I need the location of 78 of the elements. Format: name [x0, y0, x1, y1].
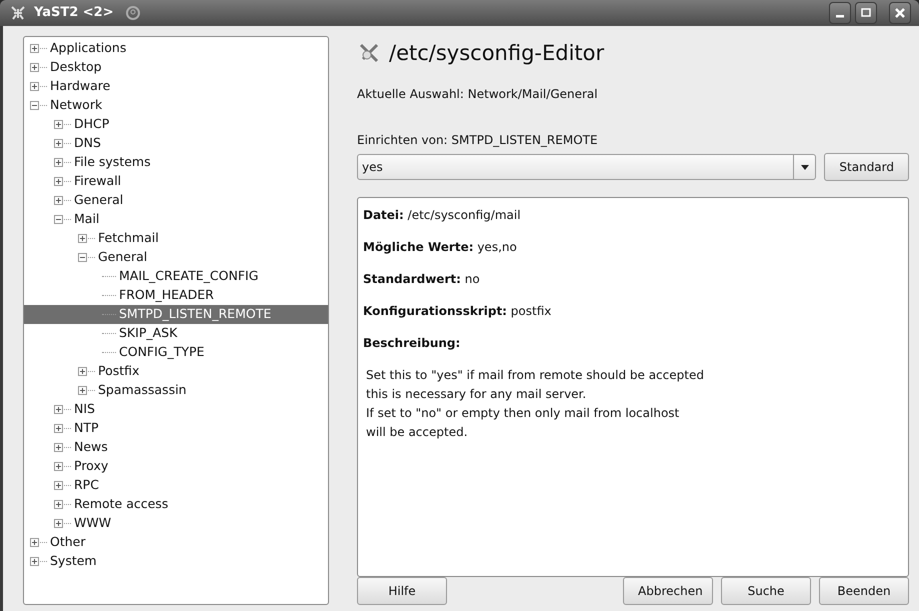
collapse-icon[interactable]: [54, 214, 63, 224]
tree-item[interactable]: Mail: [24, 210, 328, 228]
description-line: Set this to "yes" if mail from remote should be accepted: [366, 367, 705, 384]
tree-item[interactable]: RPC: [24, 476, 328, 494]
tree-item[interactable]: Proxy: [24, 456, 328, 476]
tree-item[interactable]: NTP: [24, 418, 328, 438]
tree-item[interactable]: Applications: [24, 38, 328, 58]
description-line: this is necessary for any mail server.: [366, 386, 588, 403]
tree-item[interactable]: Firewall: [24, 172, 328, 190]
dialog-button[interactable]: Suche: [721, 577, 811, 605]
page-heading: /etc/sysconfig-Editor: [389, 40, 604, 66]
tree-item[interactable]: Spamassassin: [24, 380, 328, 400]
tree-item[interactable]: NIS: [24, 400, 328, 418]
expand-icon[interactable]: [78, 366, 87, 376]
expand-icon[interactable]: [54, 120, 63, 128]
expand-icon[interactable]: [30, 82, 39, 90]
tree-item[interactable]: DNS: [24, 134, 328, 152]
setting-label: Einrichten von: SMTPD_LISTEN_REMOTE: [357, 132, 599, 149]
close-button[interactable]: [889, 2, 911, 24]
tree-item[interactable]: SKIP_ASK: [24, 324, 328, 342]
tree-item[interactable]: General: [24, 248, 328, 266]
description-line: will be accepted.: [366, 424, 469, 441]
expand-icon[interactable]: [30, 556, 39, 566]
dialog-button[interactable]: Abbrechen: [623, 577, 713, 605]
tree-item[interactable]: Fetchmail: [24, 228, 328, 248]
collapse-icon[interactable]: [30, 100, 39, 110]
tree-item[interactable]: General: [24, 190, 328, 210]
expand-icon[interactable]: [54, 518, 63, 528]
value-dropdown[interactable]: yes: [357, 154, 816, 180]
dialog-button[interactable]: Hilfe: [357, 577, 447, 605]
info-line: Standardwert: no: [363, 271, 481, 288]
tree-item[interactable]: CONFIG_TYPE: [24, 342, 328, 362]
tree-item[interactable]: WWW: [24, 514, 328, 532]
info-line: Mögliche Werte: yes,no: [363, 239, 518, 256]
expand-icon[interactable]: [30, 62, 39, 72]
tree-item[interactable]: Network: [24, 96, 328, 114]
minimize-icon: [836, 15, 844, 18]
tree-item[interactable]: SMTPD_LISTEN_REMOTE: [24, 304, 328, 324]
window-title: YaST2 <2>: [34, 4, 114, 22]
minimize-button[interactable]: [829, 2, 851, 24]
gecko-icon: [10, 6, 26, 20]
tree-item[interactable]: Hardware: [24, 76, 328, 96]
tree-item[interactable]: DHCP: [24, 114, 328, 134]
caret-icon: [800, 164, 809, 170]
tree-item[interactable]: MAIL_CREATE_CONFIG: [24, 266, 328, 286]
description-line: If set to "no" or empty then only mail from localhost: [366, 405, 680, 422]
expand-icon[interactable]: [54, 196, 63, 204]
expand-icon[interactable]: [54, 158, 63, 166]
tree-item[interactable]: FROM_HEADER: [24, 286, 328, 304]
maximize-icon: [861, 8, 871, 18]
expand-icon[interactable]: [78, 234, 87, 242]
tree-item[interactable]: File systems: [24, 152, 328, 172]
expand-icon[interactable]: [30, 538, 39, 546]
tree-item[interactable]: Postfix: [24, 362, 328, 380]
tree-item[interactable]: Desktop: [24, 58, 328, 76]
expand-icon[interactable]: [54, 462, 63, 470]
tree-item[interactable]: Other: [24, 532, 328, 552]
expand-icon[interactable]: [54, 480, 63, 490]
expand-icon[interactable]: [54, 176, 63, 186]
default-button[interactable]: Standard: [824, 153, 909, 181]
info-line: Konfigurationsskript: postfix: [363, 303, 552, 320]
maximize-button[interactable]: [855, 2, 877, 24]
expand-icon[interactable]: [54, 500, 63, 508]
info-line: Beschreibung:: [363, 335, 462, 352]
expand-icon[interactable]: [78, 386, 87, 394]
expand-icon[interactable]: [54, 442, 63, 452]
expand-icon[interactable]: [54, 404, 63, 414]
dialog-button[interactable]: Beenden: [819, 577, 909, 605]
info-line: Datei: /etc/sysconfig/mail: [363, 207, 522, 224]
tree-item[interactable]: System: [24, 552, 328, 570]
current-selection-text: Aktuelle Auswahl: Network/Mail/General: [357, 86, 599, 103]
expand-icon[interactable]: [54, 424, 63, 432]
tree-item[interactable]: News: [24, 438, 328, 456]
expand-icon[interactable]: [54, 138, 63, 148]
expand-icon[interactable]: [30, 44, 39, 52]
close-icon: [895, 8, 905, 18]
collapse-icon[interactable]: [78, 252, 87, 262]
tree-item[interactable]: Remote access: [24, 494, 328, 514]
